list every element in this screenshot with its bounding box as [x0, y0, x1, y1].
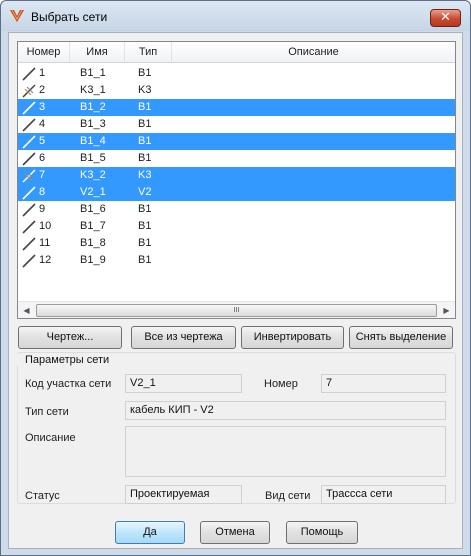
row-name: B1_3	[80, 118, 106, 130]
kind-field[interactable]: Трассса сети	[321, 485, 446, 504]
network-cable-icon	[22, 169, 36, 183]
kind-label: Вид сети	[265, 490, 311, 502]
row-name: B1_4	[80, 135, 106, 147]
row-number: 2	[39, 84, 46, 96]
row-type: K3	[138, 169, 152, 181]
row-type: B1	[138, 237, 152, 249]
row-type: B1	[138, 135, 152, 147]
network-line-icon	[22, 203, 36, 217]
row-name: K3_2	[80, 169, 106, 181]
row-name: K3_1	[80, 84, 106, 96]
list-row[interactable]: 1 B1_1 B1	[18, 65, 455, 82]
row-number: 11	[39, 237, 51, 249]
scroll-left-icon[interactable]: ◀	[18, 302, 35, 319]
network-list[interactable]: Номер Имя Тип Описание 1 B1_1 B1 2 K3_1 K3 3 B1…	[17, 41, 456, 319]
horizontal-scrollbar[interactable]: ◀ III ▶	[18, 301, 455, 318]
row-name: B1_5	[80, 152, 106, 164]
column-header-number[interactable]: Номер	[18, 42, 70, 63]
row-name: B1_7	[80, 220, 106, 232]
row-number: 5	[39, 135, 46, 147]
window-title: Выбрать сети	[31, 10, 108, 24]
network-line-icon	[22, 254, 36, 268]
row-number: 1	[39, 67, 46, 79]
row-name: V2_1	[80, 186, 106, 198]
list-row[interactable]: 10 B1_7 B1	[18, 218, 455, 235]
app-logo-icon	[10, 9, 24, 22]
network-line-icon	[22, 135, 36, 149]
row-type: B1	[138, 203, 152, 215]
row-number: 10	[39, 220, 52, 232]
network-line-icon	[22, 186, 36, 200]
list-row[interactable]: 9 B1_6 B1	[18, 201, 455, 218]
list-row[interactable]: 5 B1_4 B1	[18, 133, 455, 150]
row-type: B1	[138, 220, 152, 232]
cancel-button[interactable]: Отмена	[200, 521, 270, 544]
list-header: Номер Имя Тип Описание	[18, 42, 455, 63]
close-button[interactable]: ✕	[430, 9, 461, 27]
row-number: 7	[39, 169, 46, 181]
row-name: B1_6	[80, 203, 106, 215]
dialog-window: Выбрать сети ✕ Номер Имя Тип Описание 1 B…	[0, 0, 471, 556]
description-label: Описание	[25, 432, 76, 444]
row-name: B1_9	[80, 254, 106, 266]
row-type: K3	[138, 84, 152, 96]
type-label: Тип сети	[25, 406, 69, 418]
column-header-description[interactable]: Описание	[172, 42, 455, 63]
network-line-icon	[22, 118, 36, 132]
row-number: 4	[39, 118, 46, 130]
help-button[interactable]: Помощь	[286, 521, 358, 544]
network-line-icon	[22, 220, 36, 234]
params-group-title: Параметры сети	[17, 354, 112, 366]
dialog-body: Номер Имя Тип Описание 1 B1_1 B1 2 K3_1 K3 3 B1…	[8, 32, 463, 549]
list-row[interactable]: 2 K3_1 K3	[18, 82, 455, 99]
list-row[interactable]: 8 V2_1 V2	[18, 184, 455, 201]
network-cable-icon	[22, 84, 36, 98]
description-field[interactable]	[125, 426, 446, 477]
clear-selection-button[interactable]: Снять выделение	[349, 326, 453, 349]
scroll-grip-icon: III	[233, 306, 240, 314]
row-number: 9	[39, 203, 46, 215]
row-name: B1_2	[80, 101, 106, 113]
column-header-type[interactable]: Тип	[125, 42, 172, 63]
list-row[interactable]: 12 B1_9 B1	[18, 252, 455, 269]
row-type: B1	[138, 152, 152, 164]
row-number: 8	[39, 186, 46, 198]
row-name: B1_8	[80, 237, 106, 249]
row-type: B1	[138, 101, 152, 113]
list-row[interactable]: 11 B1_8 B1	[18, 235, 455, 252]
scroll-thumb[interactable]: III	[36, 304, 437, 317]
list-row[interactable]: 3 B1_2 B1	[18, 99, 455, 116]
row-type: B1	[138, 67, 152, 79]
number-field[interactable]: 7	[321, 374, 446, 393]
ok-button[interactable]: Да	[115, 521, 185, 544]
row-type: B1	[138, 254, 152, 266]
list-row[interactable]: 4 B1_3 B1	[18, 116, 455, 133]
status-field[interactable]: Проектируемая	[125, 485, 242, 504]
row-type: B1	[138, 118, 152, 130]
network-line-icon	[22, 237, 36, 251]
invert-button[interactable]: Инвертировать	[241, 326, 344, 349]
row-number: 12	[39, 254, 52, 266]
scroll-right-icon[interactable]: ▶	[438, 302, 455, 319]
row-type: V2	[138, 186, 152, 198]
network-line-icon	[22, 67, 36, 81]
row-number: 6	[39, 152, 46, 164]
number-label: Номер	[264, 378, 298, 390]
row-number: 3	[39, 101, 46, 113]
code-label: Код участка сети	[25, 378, 112, 390]
column-header-name[interactable]: Имя	[70, 42, 125, 63]
drawing-button[interactable]: Чертеж...	[18, 326, 122, 349]
row-name: B1_1	[80, 67, 106, 79]
list-row[interactable]: 6 B1_5 B1	[18, 150, 455, 167]
network-line-icon	[22, 101, 36, 115]
list-row[interactable]: 7 K3_2 K3	[18, 167, 455, 184]
title-bar[interactable]: Выбрать сети ✕	[1, 1, 470, 31]
all-from-drawing-button[interactable]: Все из чертежа	[131, 326, 236, 349]
type-field[interactable]: кабель КИП - V2	[125, 401, 446, 420]
network-line-icon	[22, 152, 36, 166]
status-label: Статус	[25, 490, 60, 502]
code-field[interactable]: V2_1	[125, 374, 242, 393]
close-icon: ✕	[440, 10, 451, 25]
